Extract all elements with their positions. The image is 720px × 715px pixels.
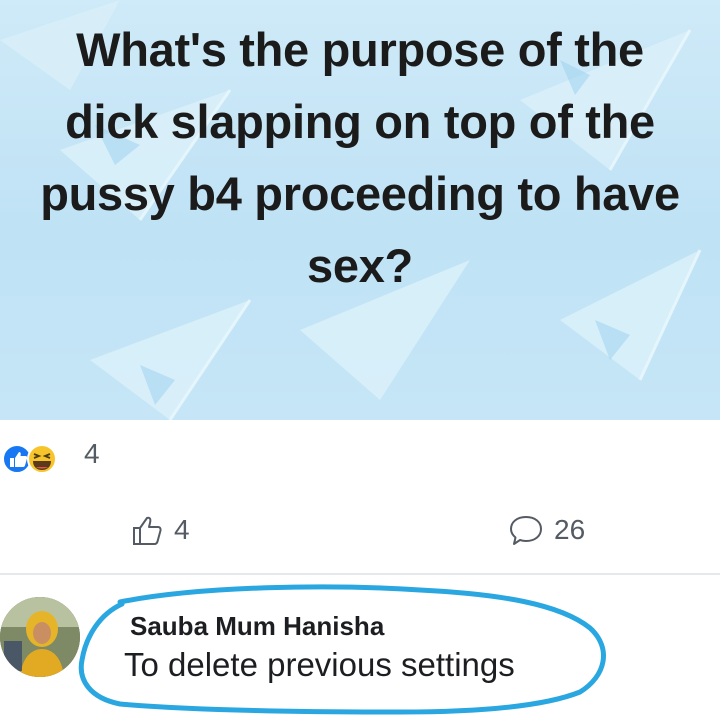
like-button[interactable]: 4 [128,510,190,550]
comment-count: 26 [554,514,586,545]
question-line: dick slapping on top of the [65,95,655,148]
comment-bubble-icon [510,516,542,545]
question-line: sex? [307,239,413,292]
like-icon [2,444,32,474]
haha-icon [27,444,57,474]
comment-button[interactable]: 26 [506,510,585,550]
comment-text: To delete previous settings [124,646,515,683]
avatar[interactable] [0,597,80,677]
question-line: What's the purpose of the [76,23,644,76]
post-action-bar [0,495,720,575]
commenter-name[interactable]: Sauba Mum Hanisha [130,611,384,642]
reaction-count[interactable]: 4 [84,438,100,470]
question-line: pussy b4 proceeding to have [40,167,680,220]
thumbs-up-icon [133,516,162,545]
reaction-icons[interactable] [2,444,82,474]
avatar-photo [0,597,80,677]
post-image-card: What's the purpose of the dick slapping … [0,0,720,420]
reactions-summary-row[interactable] [0,420,720,495]
post-question-text: What's the purpose of the dick slapping … [20,14,700,302]
like-count: 4 [174,514,190,545]
